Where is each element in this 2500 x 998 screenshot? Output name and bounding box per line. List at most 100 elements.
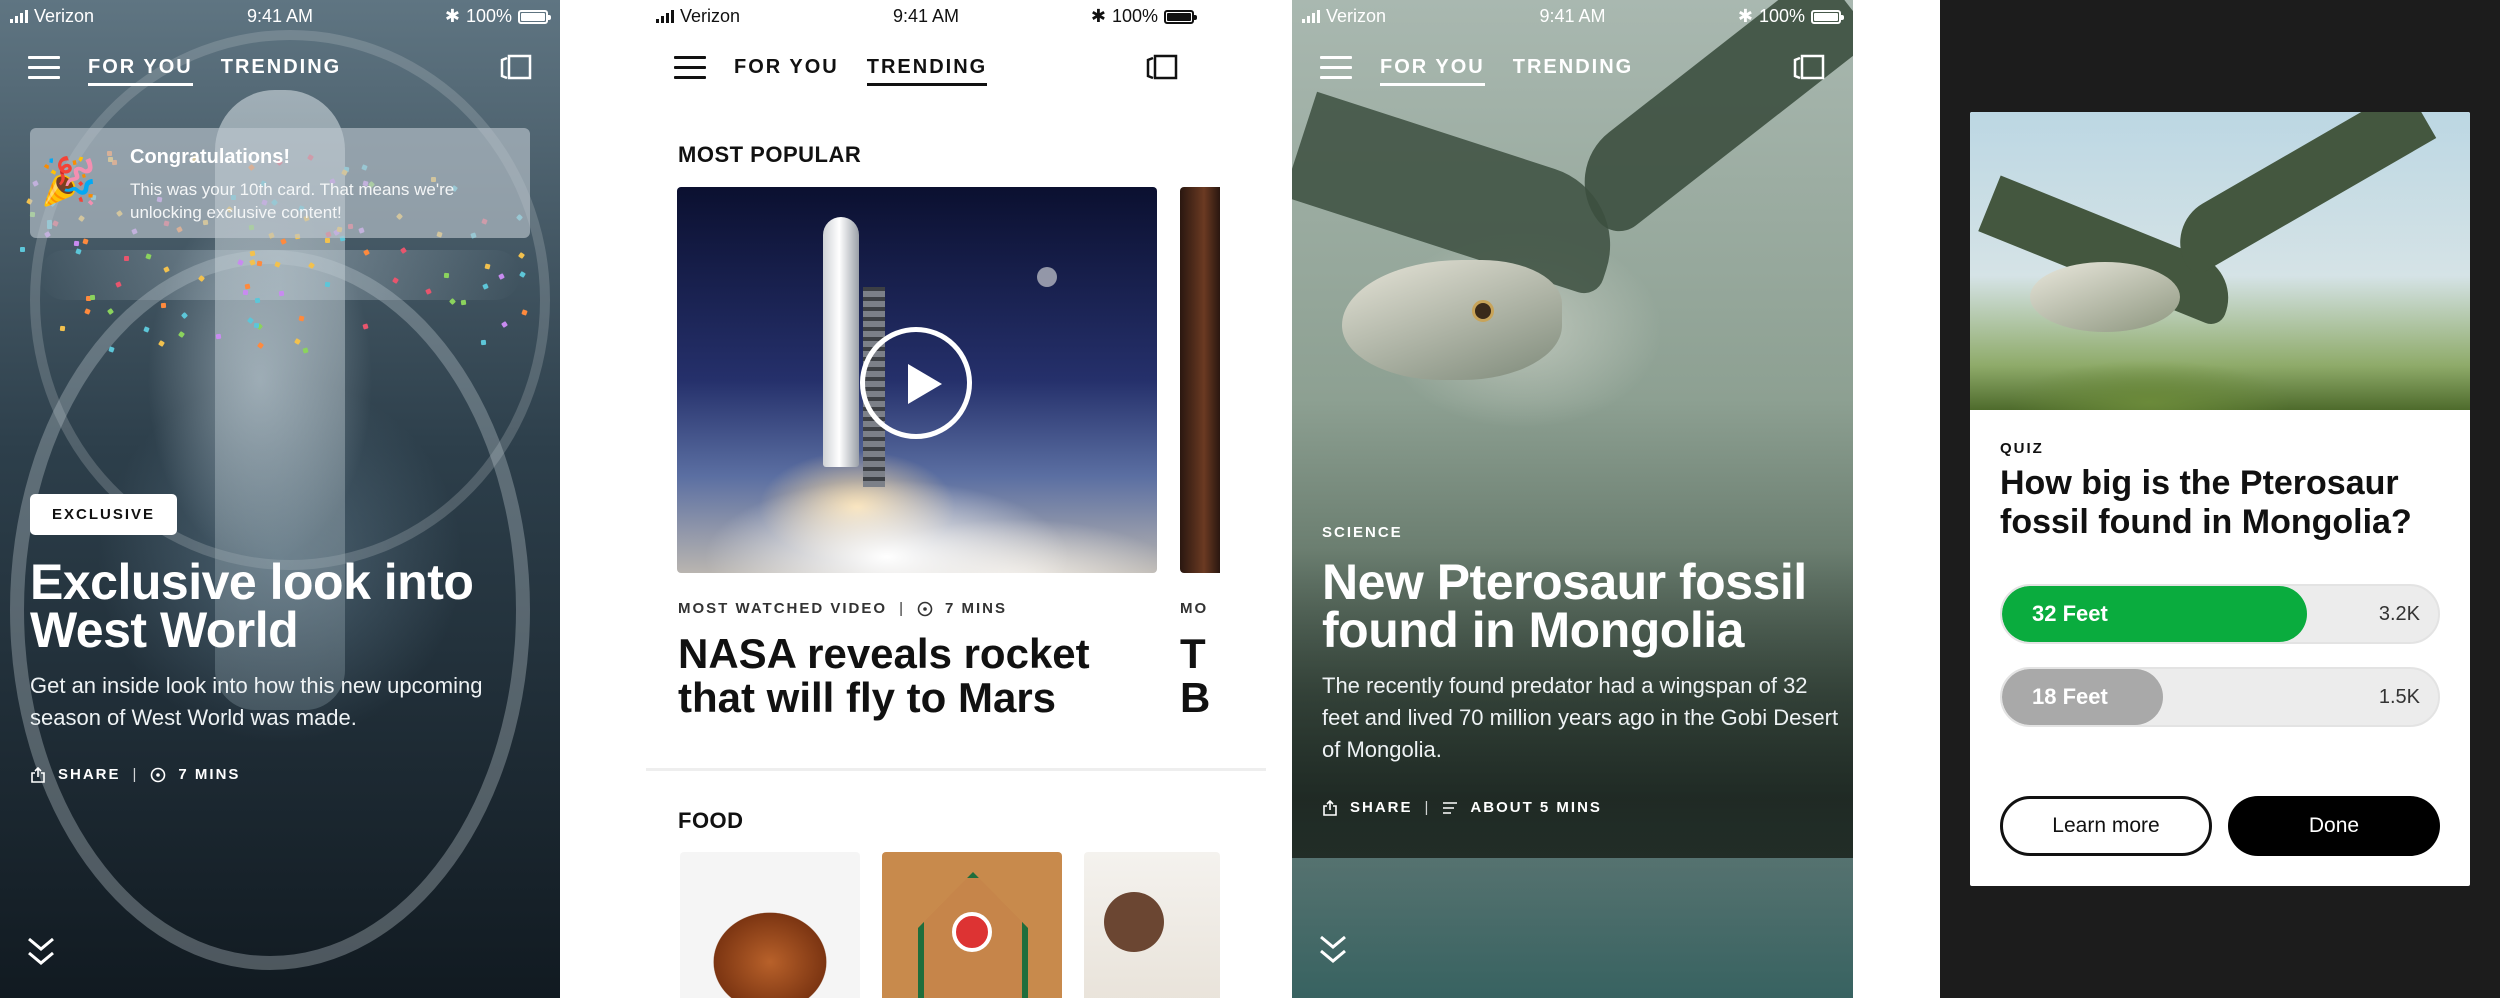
tab-trending[interactable]: TRENDING: [221, 56, 341, 86]
share-label[interactable]: SHARE: [58, 766, 121, 783]
confetti-piece: [242, 289, 249, 296]
share-icon[interactable]: [30, 766, 46, 783]
read-time: 7 MINS: [178, 766, 241, 783]
quiz-label: QUIZ: [2000, 440, 2044, 457]
play-icon[interactable]: [860, 327, 972, 439]
tab-for-you[interactable]: FOR YOU: [88, 56, 193, 86]
confetti-piece: [324, 281, 331, 288]
story-dek: Get an inside look into how this new upc…: [30, 673, 483, 730]
quiz-screen: QUIZ How big is the Pterosaur fossil fou…: [1940, 0, 2500, 998]
quiz-image: [1970, 112, 2470, 410]
pterosaur-head: [2030, 262, 2180, 332]
carrier-name: Verizon: [1326, 6, 1387, 26]
confetti-piece: [278, 290, 285, 296]
carrier-name: Verizon: [680, 6, 741, 26]
battery-percent: 100%: [1758, 6, 1805, 26]
top-nav: FOR YOU TRENDING: [646, 50, 1206, 86]
battery-percent: 100%: [1111, 6, 1158, 26]
confetti-piece: [443, 272, 449, 279]
quiz-option[interactable]: 32 Feet 3.2K: [2000, 584, 2440, 644]
meta-separator: |: [1424, 799, 1431, 816]
share-label[interactable]: SHARE: [1350, 799, 1413, 816]
water: [1292, 858, 1853, 998]
battery-percent: 100%: [465, 6, 512, 26]
confetti-piece: [460, 299, 467, 306]
carrier: Verizon: [10, 6, 94, 27]
meta-separator: |: [899, 600, 905, 617]
next-card-thumbnail[interactable]: [1180, 187, 1220, 573]
exclusive-tag[interactable]: EXCLUSIVE: [30, 494, 178, 535]
article-icon: [1443, 801, 1458, 814]
video-kicker: MOST WATCHED VIDEO: [678, 600, 888, 617]
battery-status: ✱ 100%: [1737, 6, 1844, 27]
clock: 9:41 AM: [1539, 6, 1606, 26]
confetti-piece: [256, 260, 263, 267]
carrier-name: Verizon: [34, 6, 95, 26]
section-divider: [646, 768, 1266, 771]
video-title[interactable]: NASA reveals rocket that will fly to Mar…: [678, 632, 1148, 720]
video-thumbnail[interactable]: [677, 187, 1157, 573]
signal-icon: [10, 10, 28, 23]
next-card-title[interactable]: TB: [1180, 632, 1210, 720]
person: [1104, 892, 1164, 952]
video-meta: MOST WATCHED VIDEO | 7 MINS: [678, 600, 1007, 617]
confetti-piece: [484, 263, 491, 270]
share-icon[interactable]: [1322, 799, 1338, 816]
confetti-piece: [324, 238, 330, 244]
cards-icon[interactable]: [1793, 54, 1825, 80]
confetti-piece: [82, 238, 89, 245]
cards-icon[interactable]: [1146, 54, 1178, 80]
food-card-roast-chicken[interactable]: [680, 852, 860, 998]
story-meta: SHARE | ABOUT 5 MINS: [1322, 799, 1602, 816]
tab-trending[interactable]: TRENDING: [866, 56, 988, 86]
battery-icon: [518, 9, 551, 24]
confetti-piece: [160, 303, 166, 309]
story-meta: SHARE | 7 MINS: [30, 766, 240, 783]
menu-icon[interactable]: [674, 56, 706, 80]
story-headline[interactable]: Exclusive look into West World: [30, 557, 530, 655]
learn-more-button[interactable]: Learn more: [2000, 796, 2212, 856]
confetti-piece: [114, 280, 122, 288]
confetti-piece: [254, 297, 261, 304]
clock-icon: [917, 601, 933, 616]
bluetooth-icon: ✱: [444, 6, 460, 26]
cards-icon[interactable]: [500, 54, 532, 80]
top-nav: FOR YOU TRENDING: [1292, 50, 1853, 86]
battery-status: ✱ 100%: [1091, 6, 1197, 27]
menu-icon[interactable]: [28, 56, 60, 80]
video-duration: 7 MINS: [944, 600, 1007, 617]
quiz-option[interactable]: 18 Feet 1.5K: [2000, 667, 2440, 727]
story-screen-pterosaur: Verizon 9:41 AM ✱ 100% FOR YOU TRENDING …: [1292, 0, 1853, 998]
food-card-gingerbread-house[interactable]: [882, 852, 1062, 998]
story-headline[interactable]: New Pterosaur fossil found in Mongolia: [1322, 557, 1842, 655]
quiz-question: How big is the Pterosaur fossil found in…: [2000, 464, 2412, 541]
quiz-card: QUIZ How big is the Pterosaur fossil fou…: [1970, 112, 2470, 886]
tab-trending[interactable]: TRENDING: [1513, 56, 1633, 86]
food-card-dinner-party[interactable]: [1084, 852, 1220, 998]
gingerbread-window: [952, 912, 992, 952]
quiz-option-label: 18 Feet: [2032, 684, 2108, 709]
status-bar: Verizon 9:41 AM ✱ 100%: [646, 0, 1206, 34]
battery-icon: [1811, 9, 1844, 24]
confetti-piece: [73, 240, 79, 246]
confetti-piece: [20, 247, 26, 253]
signal-icon: [656, 10, 674, 23]
chevron-down-icon[interactable]: [26, 934, 56, 968]
carrier: Verizon: [1302, 6, 1386, 27]
signal-icon: [1302, 10, 1320, 23]
done-button[interactable]: Done: [2228, 796, 2440, 856]
chevron-down-icon[interactable]: [1318, 932, 1348, 966]
party-popper-icon: 🎉: [40, 155, 98, 207]
menu-icon[interactable]: [1320, 56, 1352, 80]
status-bar: Verizon 9:41 AM ✱ 100%: [0, 0, 560, 34]
tab-for-you[interactable]: FOR YOU: [1380, 56, 1485, 86]
clock: 9:41 AM: [892, 6, 960, 26]
category-label: SCIENCE: [1322, 524, 1403, 541]
nav-tabs: FOR YOU TRENDING: [734, 56, 988, 86]
congrats-toast[interactable]: 🎉 Congratulations! This was your 10th ca…: [30, 128, 530, 238]
read-time: ABOUT 5 MINS: [1470, 799, 1602, 816]
story-dek: The recently found predator had a wingsp…: [1322, 673, 1839, 762]
bluetooth-icon: ✱: [1737, 6, 1753, 26]
clock: 9:41 AM: [246, 6, 314, 26]
tab-for-you[interactable]: FOR YOU: [734, 56, 839, 86]
